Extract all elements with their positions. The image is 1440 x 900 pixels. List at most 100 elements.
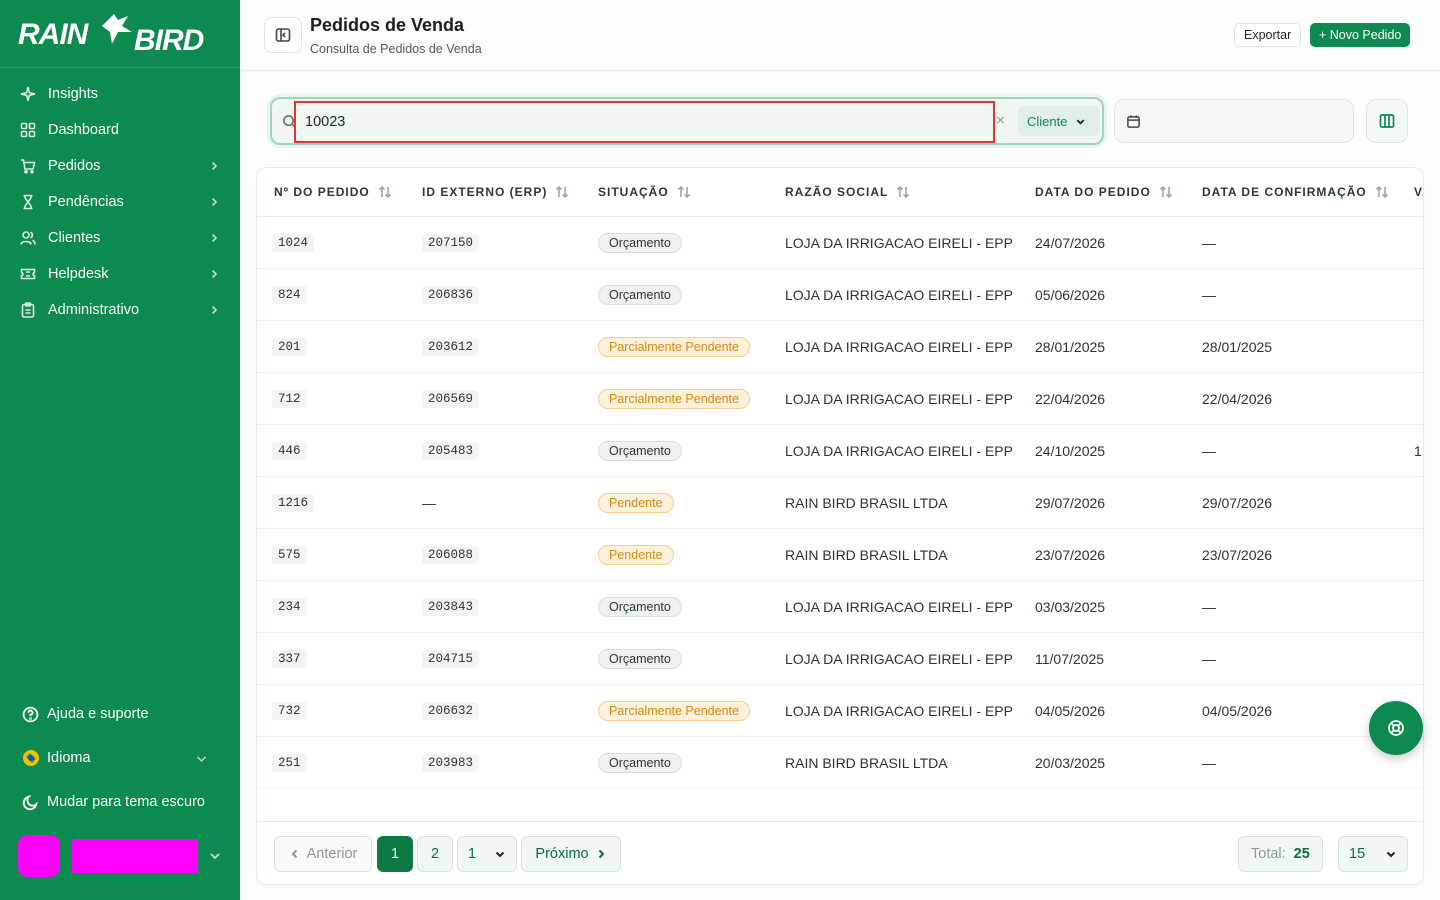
sort-icon <box>556 185 569 199</box>
page-size-value: 15 <box>1349 846 1366 862</box>
rain-bird-logo[interactable]: RAIN BIRD <box>18 10 218 57</box>
sidebar-divider <box>0 67 240 68</box>
order-date: 24/10/2025 <box>1035 443 1106 459</box>
next-page-button[interactable]: Próximo <box>521 836 621 872</box>
external-id: 206569 <box>422 390 480 408</box>
order-date-cell: 22/04/2026 <box>1035 373 1105 425</box>
order-number: 1024 <box>272 234 315 252</box>
chevron-right-icon <box>208 268 220 280</box>
sidebar-item-label: Pendências <box>48 194 124 210</box>
columns-toggle-button[interactable] <box>1366 99 1408 143</box>
client-filter-dropdown[interactable]: Cliente <box>1018 106 1100 136</box>
chevron-right-icon <box>208 196 220 208</box>
user-menu[interactable] <box>18 835 228 877</box>
status-cell: Orçamento <box>598 633 682 685</box>
order-number-cell: 251 <box>272 737 307 789</box>
table-row[interactable]: 446 205483 Orçamento LOJA DA IRRIGACAO EIRE… <box>257 425 1423 477</box>
sidebar-item-insights[interactable]: Insights <box>0 76 240 112</box>
table-row[interactable]: 575 206088 Pendente RAIN BIRD BRASIL LTDA 23… <box>257 529 1423 581</box>
confirmation-date-cell: — <box>1202 425 1216 477</box>
table-row[interactable]: 824 206836 Orçamento LOJA DA IRRIGACAO EIRE… <box>257 269 1423 321</box>
order-number: 446 <box>272 442 307 460</box>
table-row[interactable]: 712 206569 Parcialmente Pendente LOJA DA IR… <box>257 373 1423 425</box>
sidebar-toggle-button[interactable] <box>264 17 302 53</box>
page-header: Pedidos de Venda Consulta de Pedidos de … <box>240 0 1440 71</box>
language-selector[interactable]: Idioma <box>0 736 240 780</box>
table-row[interactable]: 234 203843 Orçamento LOJA DA IRRIGACAO EIRE… <box>257 581 1423 633</box>
order-date-cell: 23/07/2026 <box>1035 529 1105 581</box>
search-input[interactable] <box>294 101 995 143</box>
company-name-cell: RAIN BIRD BRASIL LTDA <box>785 477 948 529</box>
help-circle-icon <box>22 706 39 723</box>
column-header-external-id[interactable]: ID EXTERNO (ERP) <box>422 185 569 199</box>
table-row[interactable]: 1024 207150 Orçamento LOJA DA IRRIGACAO EIR… <box>257 217 1423 269</box>
table-row[interactable]: 201 203612 Parcialmente Pendente LOJA DA IR… <box>257 321 1423 373</box>
chevron-down-icon <box>193 750 210 767</box>
external-id: 207150 <box>422 234 480 252</box>
company-name-cell: LOJA DA IRRIGACAO EIRELI - EPP <box>785 685 1013 737</box>
panel-left-icon <box>275 28 291 42</box>
external-id: 203612 <box>422 338 480 356</box>
grid-icon <box>20 122 36 138</box>
sort-icon <box>677 185 690 199</box>
previous-label: Anterior <box>306 846 358 862</box>
confirmation-date: 23/07/2026 <box>1202 547 1273 563</box>
order-date: 23/07/2026 <box>1035 547 1106 563</box>
table-row[interactable]: 1216 — Pendente RAIN BIRD BRASIL LTDA 29/07/… <box>257 477 1423 529</box>
sidebar-item-administrativo[interactable]: Administrativo <box>0 292 240 328</box>
ticket-icon <box>20 266 36 282</box>
column-header-confirmation-date[interactable]: DATA DE CONFIRMAÇÃO <box>1202 185 1389 199</box>
column-header-status[interactable]: SITUAÇÃO <box>598 185 691 199</box>
status-badge: Orçamento <box>598 649 682 669</box>
users-icon <box>20 230 36 246</box>
external-id: 206632 <box>422 702 480 720</box>
order-number: 201 <box>272 338 307 356</box>
status-badge: Pendente <box>598 493 674 513</box>
confirmation-date: — <box>1202 443 1216 459</box>
status-badge: Parcialmente Pendente <box>598 337 750 357</box>
status-cell: Pendente <box>598 529 674 581</box>
scroll-fade <box>257 788 1423 821</box>
company-name: LOJA DA IRRIGACAO EIRELI - EPP <box>785 703 1013 719</box>
order-number-cell: 824 <box>272 269 307 321</box>
order-date-cell: 05/06/2026 <box>1035 269 1105 321</box>
column-header-order-number[interactable]: Nº DO PEDIDO <box>274 185 392 199</box>
page-select[interactable]: 1 <box>457 836 517 872</box>
page-size-select[interactable]: 15 <box>1338 836 1408 872</box>
sidebar-item-pendencias[interactable]: Pendências <box>0 184 240 220</box>
table-row[interactable]: 732 206632 Parcialmente Pendente LOJA DA IR… <box>257 685 1423 737</box>
external-id: — <box>422 495 436 511</box>
date-range-picker[interactable] <box>1114 99 1354 143</box>
status-badge: Parcialmente Pendente <box>598 389 750 409</box>
help-support-link[interactable]: Ajuda e suporte <box>0 692 240 736</box>
table-body: 1024 207150 Orçamento LOJA DA IRRIGACAO EIR… <box>257 217 1423 821</box>
column-header-order-date[interactable]: DATA DO PEDIDO <box>1035 185 1173 199</box>
status-badge: Orçamento <box>598 597 682 617</box>
order-number: 251 <box>272 754 307 772</box>
sidebar-item-helpdesk[interactable]: Helpdesk <box>0 256 240 292</box>
table-row[interactable]: 251 203983 Orçamento RAIN BIRD BRASIL LTDA 2… <box>257 737 1423 789</box>
previous-page-button[interactable]: Anterior <box>274 836 372 872</box>
sidebar-item-dashboard[interactable]: Dashboard <box>0 112 240 148</box>
clear-search-icon[interactable]: × <box>996 112 1005 129</box>
page-button-1[interactable]: 1 <box>377 836 413 872</box>
external-id-cell: 204715 <box>422 633 480 685</box>
sidebar-item-clientes[interactable]: Clientes <box>0 220 240 256</box>
column-header-truncated[interactable]: V. <box>1414 185 1423 199</box>
support-chat-button[interactable] <box>1369 701 1423 755</box>
total-label: Total: <box>1251 846 1286 862</box>
column-header-company-name[interactable]: RAZÃO SOCIAL <box>785 185 910 199</box>
sidebar-item-pedidos[interactable]: Pedidos <box>0 148 240 184</box>
theme-toggle[interactable]: Mudar para tema escuro <box>0 780 240 824</box>
external-id-cell: 205483 <box>422 425 480 477</box>
total-value: 25 <box>1293 846 1310 862</box>
cart-icon <box>20 158 36 174</box>
page-button-2[interactable]: 2 <box>417 836 453 872</box>
company-name: RAIN BIRD BRASIL LTDA <box>785 755 948 771</box>
company-name-cell: LOJA DA IRRIGACAO EIRELI - EPP <box>785 581 1013 633</box>
export-button[interactable]: Exportar <box>1234 23 1302 47</box>
order-date-cell: 29/07/2026 <box>1035 477 1105 529</box>
table-row[interactable]: 337 204715 Orçamento LOJA DA IRRIGACAO EIRE… <box>257 633 1423 685</box>
status-badge: Orçamento <box>598 753 682 773</box>
new-order-button[interactable]: + Novo Pedido <box>1310 23 1411 47</box>
